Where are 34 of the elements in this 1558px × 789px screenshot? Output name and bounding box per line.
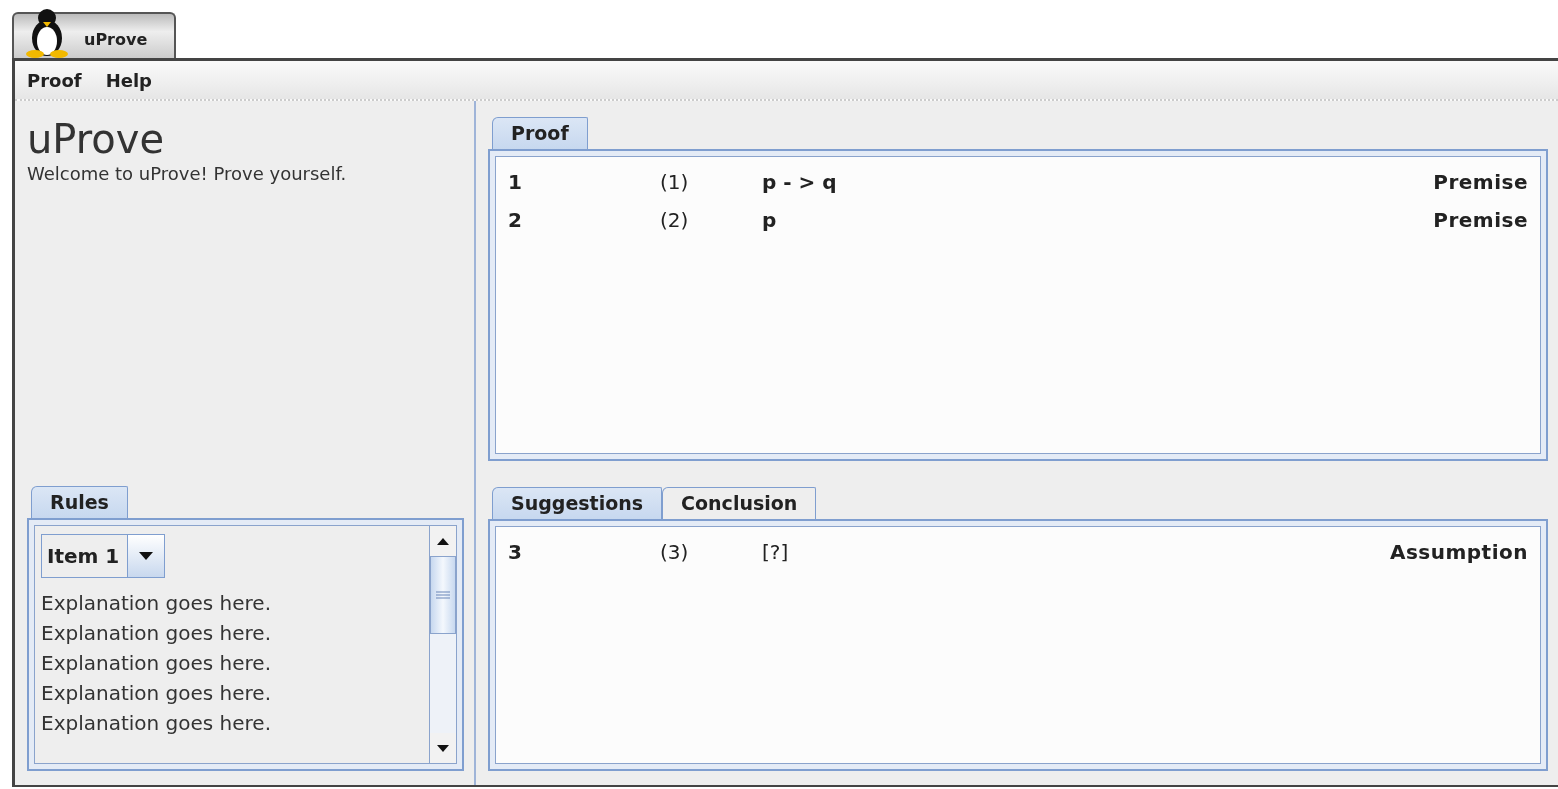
scrollbar[interactable] xyxy=(429,526,456,763)
rule-name: Assumption xyxy=(1389,539,1528,566)
grip-icon xyxy=(436,591,450,599)
tab[interactable]: Proof xyxy=(492,117,588,149)
reference: (1) xyxy=(660,169,690,196)
welcome-text: Welcome to uProve! Prove yourself. xyxy=(27,163,348,184)
explanation-text: Explanation goes here. xyxy=(41,620,273,647)
window-title: uProve xyxy=(84,29,148,49)
window-tab[interactable]: uProve xyxy=(12,12,176,58)
tab[interactable]: Rules xyxy=(31,486,128,518)
explanation-text: Explanation goes here. xyxy=(41,650,273,677)
reference: (2) xyxy=(660,207,690,234)
scroll-up-icon xyxy=(437,537,449,545)
tab[interactable]: Conclusion xyxy=(662,487,817,519)
reference: (3) xyxy=(660,539,690,566)
menu-item[interactable]: Help xyxy=(105,69,152,91)
menu-item[interactable]: Proof xyxy=(27,69,82,91)
scroll-thumb[interactable] xyxy=(430,556,456,634)
line-number: 2 xyxy=(508,207,523,234)
rule-name: Premise xyxy=(1433,169,1528,196)
explanation-text: Explanation goes here. xyxy=(41,590,273,617)
app-title: uProve xyxy=(27,115,166,163)
tab[interactable]: Suggestions xyxy=(492,487,663,519)
line-number: 3 xyxy=(508,539,523,566)
explanation-text: Explanation goes here. xyxy=(41,680,273,707)
formula: p - > q xyxy=(762,169,838,196)
line-number: 1 xyxy=(508,169,523,196)
caret-icon xyxy=(139,552,154,560)
dropdown[interactable]: Item 1 xyxy=(41,534,166,578)
formula: p xyxy=(762,207,778,234)
explanation-text: Explanation goes here. xyxy=(41,710,273,737)
rule-name: Premise xyxy=(1433,207,1528,234)
scroll-down-icon xyxy=(437,744,449,752)
formula: [?] xyxy=(762,539,790,566)
